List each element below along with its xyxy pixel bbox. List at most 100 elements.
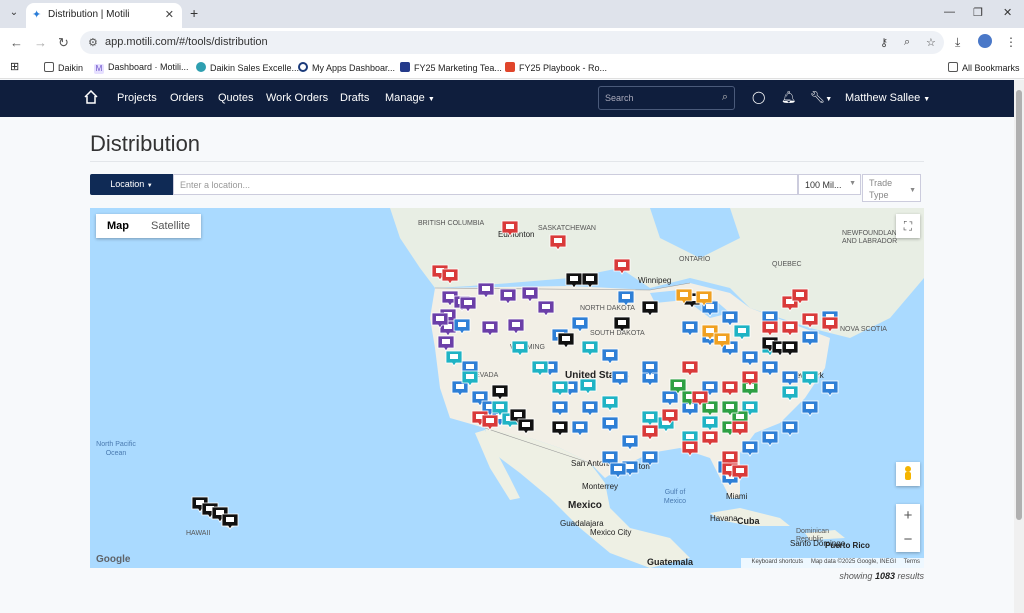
distribution-map[interactable]: BRITISH COLUMBIA SASKATCHEWAN Edmonton O… bbox=[90, 208, 924, 568]
close-tab-icon[interactable]: ✕ bbox=[165, 8, 174, 21]
location-dropdown-button[interactable]: Location ▼ bbox=[90, 174, 173, 195]
distributor-marker[interactable] bbox=[511, 340, 529, 357]
password-key-icon[interactable]: ⚷ bbox=[880, 36, 888, 49]
distributor-marker[interactable] bbox=[821, 316, 839, 333]
distributor-marker[interactable] bbox=[781, 320, 799, 337]
distributor-marker[interactable] bbox=[501, 220, 519, 237]
distributor-marker[interactable] bbox=[641, 410, 659, 427]
distributor-marker[interactable] bbox=[551, 380, 569, 397]
bookmark-my-apps[interactable]: My Apps Dashboar... bbox=[298, 62, 395, 73]
tab-search-icon[interactable]: ⌄ bbox=[6, 5, 22, 21]
restore-icon[interactable]: ❐ bbox=[973, 6, 983, 19]
distributor-marker[interactable] bbox=[641, 450, 659, 467]
distributor-marker[interactable] bbox=[641, 300, 659, 317]
bookmark-daikin[interactable]: Daikin bbox=[44, 62, 83, 73]
distributor-marker[interactable] bbox=[613, 316, 631, 333]
distributor-marker[interactable] bbox=[571, 420, 589, 437]
distributor-marker[interactable] bbox=[581, 400, 599, 417]
distributor-marker[interactable] bbox=[571, 316, 589, 333]
distributor-marker[interactable] bbox=[731, 420, 749, 437]
user-menu[interactable]: Matthew Sallee ▼ bbox=[845, 92, 930, 104]
apps-grid-icon[interactable]: ⊞ bbox=[10, 60, 19, 73]
distributor-marker[interactable] bbox=[681, 360, 699, 377]
distributor-marker[interactable] bbox=[601, 416, 619, 433]
search-icon[interactable]: ⌕ bbox=[722, 91, 728, 104]
distributor-marker[interactable] bbox=[681, 440, 699, 457]
distributor-marker[interactable] bbox=[491, 384, 509, 401]
menu-icon[interactable]: ⋮ bbox=[1005, 35, 1017, 49]
wrench-icon[interactable]: 🔧︎▼ bbox=[810, 90, 832, 104]
nav-orders[interactable]: Orders bbox=[170, 92, 204, 104]
bookmark-fy25-playbook[interactable]: FY25 Playbook - Ro... bbox=[505, 62, 607, 73]
distributor-marker[interactable] bbox=[781, 370, 799, 387]
bookmark-star-icon[interactable]: ☆ bbox=[926, 36, 936, 49]
distributor-marker[interactable] bbox=[621, 434, 639, 451]
distributor-marker[interactable] bbox=[701, 415, 719, 432]
distributor-marker[interactable] bbox=[801, 330, 819, 347]
distributor-marker[interactable] bbox=[761, 430, 779, 447]
distributor-marker[interactable] bbox=[581, 340, 599, 357]
distributor-marker[interactable] bbox=[477, 282, 495, 299]
distributor-marker[interactable] bbox=[821, 380, 839, 397]
nav-projects[interactable]: Projects bbox=[117, 92, 157, 104]
distributor-marker[interactable] bbox=[441, 268, 459, 285]
distributor-marker[interactable] bbox=[801, 312, 819, 329]
distributor-marker[interactable] bbox=[617, 290, 635, 307]
distributor-marker[interactable] bbox=[565, 272, 583, 289]
distributor-marker[interactable] bbox=[549, 234, 567, 251]
distributor-marker[interactable] bbox=[481, 320, 499, 337]
terms-link[interactable]: Terms bbox=[904, 559, 920, 565]
trade-type-select[interactable]: Trade Type ▼ bbox=[862, 174, 921, 202]
distributor-marker[interactable] bbox=[507, 318, 525, 335]
distributor-marker[interactable] bbox=[741, 350, 759, 367]
distributor-marker[interactable] bbox=[521, 286, 539, 303]
browser-tab[interactable]: ✦ Distribution | Motili ✕ bbox=[26, 3, 182, 28]
distributor-marker[interactable] bbox=[781, 420, 799, 437]
distributor-marker[interactable] bbox=[579, 378, 597, 395]
distributor-marker[interactable] bbox=[801, 370, 819, 387]
map-type-satellite[interactable]: Satellite bbox=[140, 214, 201, 238]
distributor-marker[interactable] bbox=[517, 418, 535, 435]
new-tab-icon[interactable]: + bbox=[190, 5, 198, 21]
distributor-marker[interactable] bbox=[761, 320, 779, 337]
distributor-marker[interactable] bbox=[557, 332, 575, 349]
distributor-marker[interactable] bbox=[499, 288, 517, 305]
zoom-icon[interactable]: ⌕ bbox=[904, 36, 910, 49]
distributor-marker[interactable] bbox=[221, 513, 239, 530]
distributor-marker[interactable] bbox=[601, 395, 619, 412]
nav-work-orders[interactable]: Work Orders bbox=[266, 92, 328, 104]
distributor-marker[interactable] bbox=[781, 385, 799, 402]
distributor-marker[interactable] bbox=[721, 380, 739, 397]
search-input[interactable] bbox=[605, 91, 715, 105]
search-field[interactable]: ⌕ bbox=[598, 86, 735, 110]
bookmark-fy25-marketing[interactable]: FY25 Marketing Tea... bbox=[400, 62, 502, 73]
nav-drafts[interactable]: Drafts bbox=[340, 92, 369, 104]
site-info-icon[interactable]: ⚙ bbox=[88, 36, 98, 49]
pegman-icon[interactable] bbox=[896, 462, 920, 486]
distributor-marker[interactable] bbox=[801, 400, 819, 417]
distributor-marker[interactable] bbox=[781, 340, 799, 357]
forward-icon[interactable]: → bbox=[34, 35, 47, 50]
distributor-marker[interactable] bbox=[681, 320, 699, 337]
bookmark-daikin-sales[interactable]: Daikin Sales Excelle... bbox=[196, 62, 299, 73]
back-icon[interactable]: ← bbox=[10, 35, 23, 50]
all-bookmarks[interactable]: All Bookmarks bbox=[948, 62, 1020, 73]
bookmark-dashboard[interactable]: M Dashboard · Motili... bbox=[94, 62, 189, 74]
distributor-marker[interactable] bbox=[609, 462, 627, 479]
chat-icon[interactable]: ◯ bbox=[752, 90, 765, 104]
distributor-marker[interactable] bbox=[641, 424, 659, 441]
distributor-marker[interactable] bbox=[701, 430, 719, 447]
close-window-icon[interactable]: ✕ bbox=[1003, 6, 1012, 19]
page-scrollbar[interactable] bbox=[1014, 80, 1024, 613]
home-icon[interactable] bbox=[84, 90, 98, 104]
map-type-map[interactable]: Map bbox=[96, 214, 140, 238]
fullscreen-icon[interactable]: ⛶ bbox=[896, 214, 920, 238]
distributor-marker[interactable] bbox=[581, 272, 599, 289]
location-input[interactable] bbox=[173, 174, 798, 195]
profile-avatar[interactable] bbox=[978, 34, 992, 48]
scroll-thumb[interactable] bbox=[1016, 90, 1022, 520]
distributor-marker[interactable] bbox=[733, 324, 751, 341]
distributor-marker[interactable] bbox=[741, 440, 759, 457]
distributor-marker[interactable] bbox=[721, 310, 739, 327]
distributor-marker[interactable] bbox=[761, 360, 779, 377]
